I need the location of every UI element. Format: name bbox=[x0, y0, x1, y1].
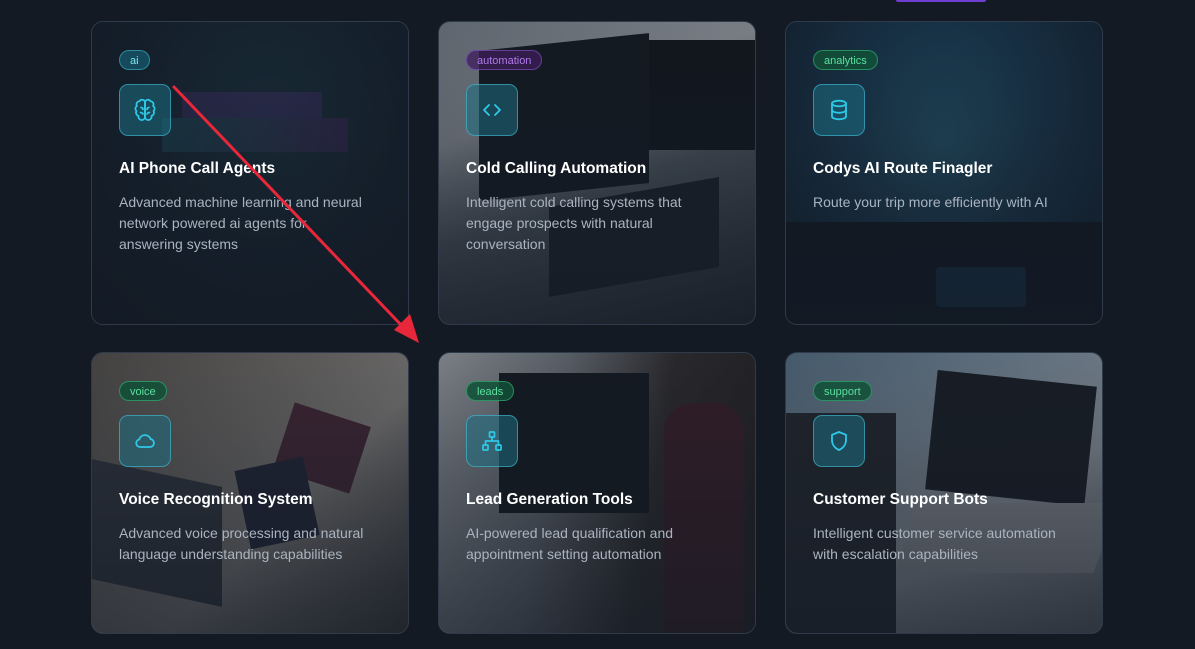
card-ai-phone-call-agents[interactable]: ai AI Phone Call Agents Advanced machine… bbox=[91, 21, 409, 325]
card-description: Advanced machine learning and neural net… bbox=[119, 194, 362, 252]
card-codys-ai-route-finagler[interactable]: analytics Codys AI Route Finagler Route … bbox=[785, 21, 1103, 325]
cloud-icon bbox=[119, 415, 171, 467]
services-grid-page: ai AI Phone Call Agents Advanced machine… bbox=[0, 0, 1195, 649]
card-title: AI Phone Call Agents bbox=[119, 160, 276, 177]
card-description: Intelligent cold calling systems that en… bbox=[466, 194, 682, 252]
tag-badge[interactable]: analytics bbox=[813, 50, 878, 70]
card-title: Lead Generation Tools bbox=[466, 491, 633, 508]
database-icon bbox=[813, 84, 865, 136]
card-description: Route your trip more efficiently with AI bbox=[813, 194, 1048, 210]
network-icon bbox=[466, 415, 518, 467]
brain-icon bbox=[119, 84, 171, 136]
card-title: Customer Support Bots bbox=[813, 491, 988, 508]
card-cold-calling-automation[interactable]: automation Cold Calling Automation Intel… bbox=[438, 21, 756, 325]
tag-badge[interactable]: leads bbox=[466, 381, 515, 401]
tag-badge[interactable]: support bbox=[813, 381, 872, 401]
card-description: AI-powered lead qualification and appoin… bbox=[466, 525, 674, 562]
card-title: Voice Recognition System bbox=[119, 491, 313, 508]
card-lead-generation-tools[interactable]: leads Lead Generation Tools AI-powered l… bbox=[438, 352, 756, 634]
card-title: Cold Calling Automation bbox=[466, 160, 647, 177]
card-voice-recognition-system[interactable]: voice Voice Recognition System Advanced … bbox=[91, 352, 409, 634]
card-customer-support-bots[interactable]: support Customer Support Bots Intelligen… bbox=[785, 352, 1103, 634]
code-icon bbox=[466, 84, 518, 136]
top-nav-accent bbox=[896, 0, 986, 2]
tag-badge[interactable]: voice bbox=[119, 381, 167, 401]
tag-badge[interactable]: ai bbox=[119, 50, 150, 70]
shield-icon bbox=[813, 415, 865, 467]
card-title: Codys AI Route Finagler bbox=[813, 160, 993, 177]
card-description: Advanced voice processing and natural la… bbox=[119, 525, 364, 562]
tag-badge[interactable]: automation bbox=[466, 50, 543, 70]
card-description: Intelligent customer service automation … bbox=[813, 525, 1056, 562]
